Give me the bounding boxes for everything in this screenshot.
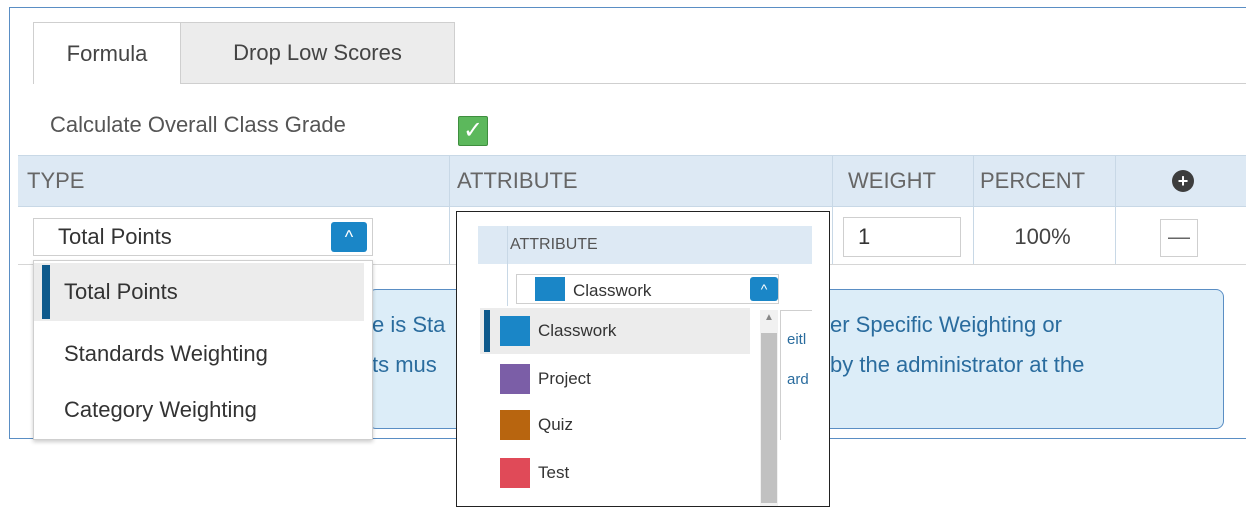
header-percent: PERCENT — [980, 168, 1086, 193]
type-option-category-weighting[interactable]: Category Weighting — [34, 381, 372, 439]
attribute-option-test[interactable]: Test — [480, 450, 750, 496]
attribute-option-quiz[interactable]: Quiz — [480, 402, 750, 448]
attribute-option-project[interactable]: Project — [480, 356, 750, 402]
info-text-fragment: by the administrator at the — [830, 352, 1085, 377]
weight-input[interactable]: 1 — [843, 217, 961, 257]
attribute-selected-label: Classwork — [573, 281, 652, 300]
info-text-fragment: ts mus — [372, 352, 437, 377]
chevron-up-icon[interactable]: ^ — [750, 277, 778, 301]
type-option-standards-weighting[interactable]: Standards Weighting — [34, 325, 372, 383]
tab-drop-low-scores[interactable]: Drop Low Scores — [180, 22, 455, 84]
inset-header-attribute: ATTRIBUTE — [478, 226, 812, 264]
add-row-icon[interactable]: + — [1172, 170, 1194, 192]
column-divider — [507, 226, 508, 310]
color-swatch — [535, 277, 565, 301]
color-swatch — [500, 364, 530, 394]
percent-value: 100% — [1014, 224, 1071, 249]
tab-formula[interactable]: Formula — [33, 22, 181, 84]
info-text-fragment: ard — [787, 371, 809, 388]
type-dropdown-list: Total Points Standards Weighting Categor… — [33, 260, 373, 440]
header-weight: WEIGHT — [848, 168, 936, 193]
color-swatch — [500, 458, 530, 488]
calculate-overall-checkbox[interactable]: ✓ — [458, 116, 488, 146]
tab-divider — [455, 83, 1246, 84]
type-option-total-points[interactable]: Total Points — [34, 263, 364, 321]
header-type: TYPE — [27, 168, 85, 193]
attribute-option-classwork[interactable]: Classwork — [480, 308, 750, 354]
header-attribute: ATTRIBUTE — [457, 168, 578, 193]
attribute-option-label: Project — [538, 369, 591, 388]
covered-banner-fragment: eitl ard — [780, 310, 812, 440]
info-text-fragment: eitl — [787, 331, 807, 348]
attribute-option-label: Test — [538, 463, 570, 482]
scrollbar-thumb[interactable] — [761, 333, 777, 503]
info-text-fragment: er Specific Weighting or — [830, 312, 1062, 337]
info-text-fragment: e is Sta — [372, 312, 446, 337]
attribute-option-label: Classwork — [538, 321, 617, 340]
color-swatch — [500, 316, 530, 346]
attribute-dropdown-list: Classwork Project Quiz Test — [480, 306, 780, 506]
calculate-overall-label: Calculate Overall Class Grade — [50, 112, 346, 137]
remove-row-button[interactable]: — — [1160, 219, 1198, 257]
scroll-up-icon[interactable]: ▲ — [763, 312, 775, 324]
type-select[interactable]: Total Points — [33, 218, 373, 256]
chevron-up-icon[interactable]: ^ — [331, 222, 367, 252]
color-swatch — [500, 410, 530, 440]
attribute-option-label: Quiz — [538, 415, 573, 434]
